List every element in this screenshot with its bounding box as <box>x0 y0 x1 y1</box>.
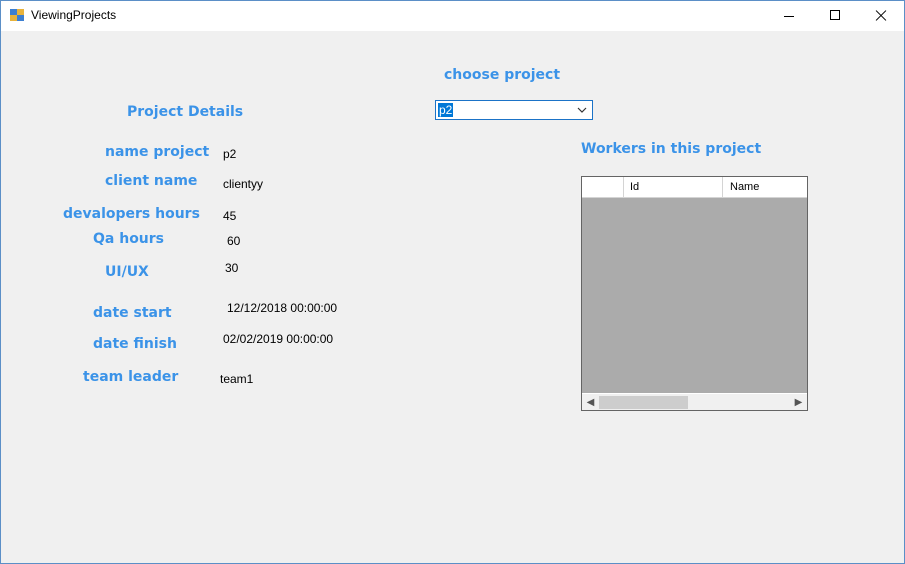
date-start-label: date start <box>93 305 172 321</box>
title-bar[interactable]: ViewingProjects <box>1 1 904 31</box>
team-leader-label: team leader <box>83 369 179 385</box>
developers-hours-value: 45 <box>223 209 237 223</box>
developers-hours-label: devalopers hours <box>63 206 200 222</box>
name-project-label: name project <box>105 144 210 160</box>
client-name-value: clientyy <box>223 177 264 191</box>
date-start-value: 12/12/2018 00:00:00 <box>227 301 338 315</box>
column-header-name[interactable]: Name <box>723 177 807 197</box>
window-title: ViewingProjects <box>31 8 117 22</box>
team-leader-value: team1 <box>220 372 254 386</box>
workers-heading: Workers in this project <box>581 141 762 157</box>
ui-ux-value: 30 <box>225 261 239 275</box>
ui-ux-label: UI/UX <box>105 264 149 280</box>
horizontal-scrollbar[interactable]: ◀ ▶ <box>582 393 807 410</box>
name-project-value: p2 <box>223 147 237 161</box>
qa-hours-value: 60 <box>227 234 241 248</box>
viewing-projects-window: ViewingProjects choose project p2 Projec… <box>0 0 905 564</box>
project-details-heading: Project Details <box>127 104 244 120</box>
client-name-label: client name <box>105 173 198 189</box>
app-icon[interactable] <box>10 9 24 21</box>
project-select[interactable]: p2 <box>435 100 593 120</box>
date-finish-label: date finish <box>93 336 177 352</box>
close-button[interactable] <box>858 1 904 31</box>
maximize-button[interactable] <box>812 1 858 31</box>
scroll-right-icon[interactable]: ▶ <box>790 394 807 411</box>
qa-hours-label: Qa hours <box>93 231 165 247</box>
minimize-button[interactable] <box>766 1 812 31</box>
choose-project-label: choose project <box>444 67 561 83</box>
date-finish-value: 02/02/2019 00:00:00 <box>223 332 334 346</box>
workers-grid[interactable]: Id Name ◀ ▶ <box>581 176 808 411</box>
project-select-value: p2 <box>438 103 454 117</box>
grid-corner-header[interactable] <box>582 177 624 197</box>
chevron-down-icon[interactable] <box>576 104 588 116</box>
scrollbar-thumb[interactable] <box>599 396 688 409</box>
grid-header: Id Name <box>582 177 807 198</box>
scroll-left-icon[interactable]: ◀ <box>582 394 599 411</box>
column-header-id[interactable]: Id <box>623 177 723 197</box>
